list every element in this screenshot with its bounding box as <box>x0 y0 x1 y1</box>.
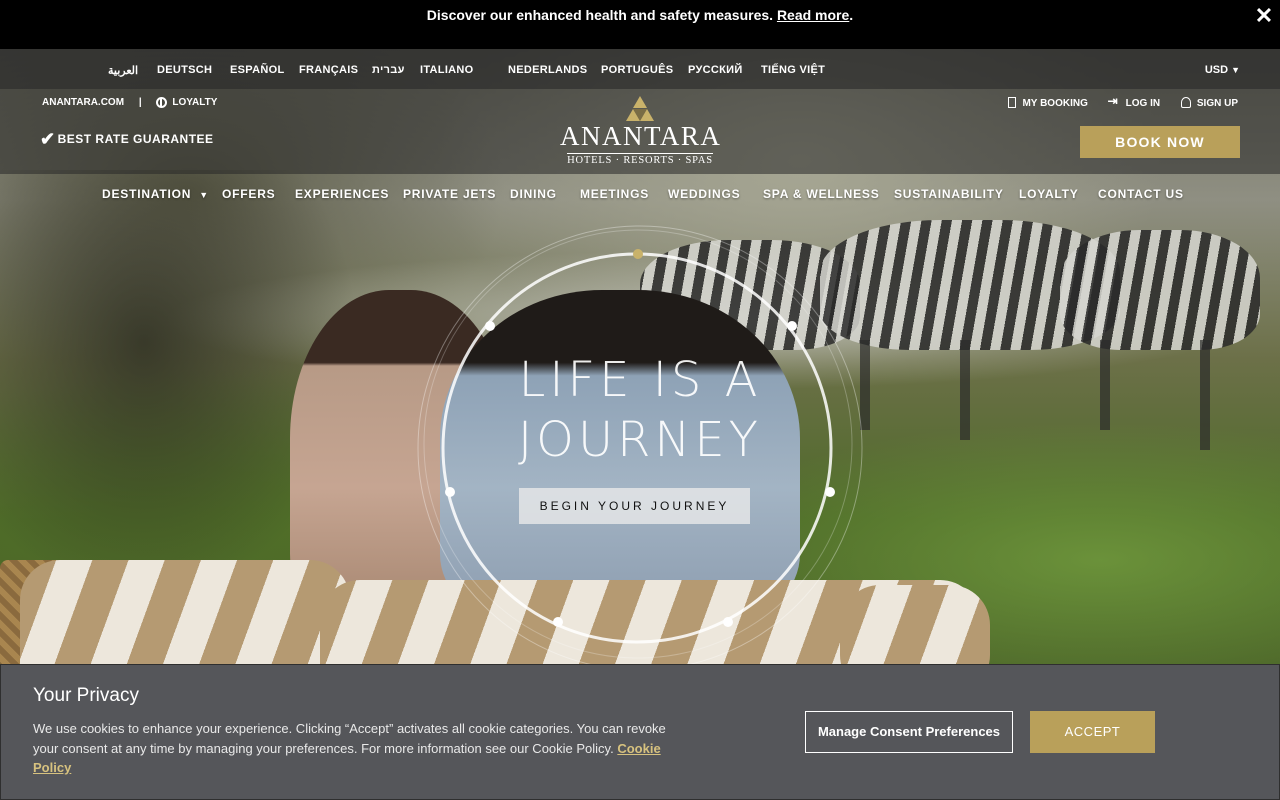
lang-vietnamese[interactable]: TIẾNG VIỆT <box>761 64 825 76</box>
nav-offers[interactable]: OFFERS <box>222 187 275 201</box>
my-booking-label: MY BOOKING <box>1022 98 1088 109</box>
close-icon[interactable]: ✕ <box>1252 4 1276 28</box>
hero-zebra-leg <box>1100 340 1110 430</box>
loyalty-link[interactable]: LOYALTY <box>172 97 217 108</box>
ring-marker-gold <box>633 249 643 259</box>
logo-wordmark: ANANTARA <box>560 121 722 151</box>
read-more-link[interactable]: Read more <box>777 7 849 23</box>
chevron-down-icon: ▼ <box>1231 65 1240 75</box>
chevron-down-icon: ▼ <box>199 190 209 200</box>
accept-cookies-button[interactable]: ACCEPT <box>1030 711 1155 753</box>
anantara-com-link[interactable]: ANANTARA.COM <box>42 97 124 108</box>
nav-destination-label: DESTINATION <box>102 187 192 201</box>
nav-private-jets[interactable]: PRIVATE JETS <box>403 187 496 201</box>
lang-hebrew[interactable]: עברית <box>372 64 405 76</box>
user-icon <box>1180 97 1191 108</box>
hero-zebra-leg <box>960 340 970 440</box>
my-booking-link[interactable]: MY BOOKING <box>1008 97 1088 109</box>
begin-your-journey-button[interactable]: BEGIN YOUR JOURNEY <box>519 488 750 524</box>
book-now-button[interactable]: BOOK NOW <box>1080 126 1240 158</box>
hero-zebra-leg <box>1200 340 1210 450</box>
hero-headline-line2: JOURNEY <box>518 412 762 468</box>
hero-headline: LIFE IS A JOURNEY <box>440 350 840 470</box>
announcement-text: Discover our enhanced health and safety … <box>426 7 774 23</box>
nav-contact-us[interactable]: CONTACT US <box>1098 187 1184 201</box>
loyalty-icon <box>156 97 168 108</box>
hero-headline-line1: LIFE IS A <box>518 352 762 408</box>
ring-marker <box>485 321 495 331</box>
lang-russian[interactable]: РУССКИЙ <box>688 64 743 76</box>
best-rate-guarantee-link[interactable]: ✔ BEST RATE GUARANTEE <box>40 129 214 150</box>
lang-deutsch[interactable]: DEUTSCH <box>157 64 212 76</box>
logo-tagline: HOTELS · RESORTS · SPAS <box>567 153 713 166</box>
login-link[interactable]: LOG IN <box>1108 94 1161 109</box>
signup-link[interactable]: SIGN UP <box>1180 97 1238 109</box>
cookie-body-text: We use cookies to enhance your experienc… <box>33 721 666 756</box>
currency-select[interactable]: USD ▼ <box>1205 64 1240 76</box>
logo-emblem-icon <box>626 96 654 121</box>
best-rate-label: BEST RATE GUARANTEE <box>57 132 214 146</box>
ring-marker <box>723 617 733 627</box>
manage-consent-button[interactable]: Manage Consent Preferences <box>805 711 1013 753</box>
ring-marker <box>553 617 563 627</box>
cookie-title: Your Privacy <box>33 685 139 706</box>
language-bar: العربية DEUTSCH ESPAÑOL FRANÇAIS עברית I… <box>0 49 1280 89</box>
nav-sustainability[interactable]: SUSTAINABILITY <box>894 187 1004 201</box>
ring-marker <box>825 487 835 497</box>
login-icon <box>1108 94 1120 108</box>
top-links: ANANTARA.COM | LOYALTY <box>42 97 217 108</box>
currency-value: USD <box>1204 64 1229 76</box>
separator: | <box>138 97 142 108</box>
lang-francais[interactable]: FRANÇAIS <box>299 64 358 76</box>
lang-espanol[interactable]: ESPAÑOL <box>230 64 284 76</box>
ring-marker <box>445 487 455 497</box>
checkmark-icon: ✔ <box>40 129 56 149</box>
lang-portugues[interactable]: PORTUGUÊS <box>601 64 673 76</box>
nav-spa-wellness[interactable]: SPA & WELLNESS <box>763 187 880 201</box>
nav-weddings[interactable]: WEDDINGS <box>668 187 740 201</box>
nav-experiences[interactable]: EXPERIENCES <box>295 187 389 201</box>
ring-marker <box>787 321 797 331</box>
main-nav: DESTINATION ▼ OFFERS EXPERIENCES PRIVATE … <box>0 187 1280 203</box>
announcement-bar: Discover our enhanced health and safety … <box>0 0 1280 49</box>
lang-nederlands[interactable]: NEDERLANDS <box>508 64 587 76</box>
cookie-banner: Your Privacy We use cookies to enhance y… <box>0 664 1280 800</box>
announcement-trail: . <box>849 7 854 23</box>
nav-meetings[interactable]: MEETINGS <box>580 187 649 201</box>
signup-label: SIGN UP <box>1196 98 1238 109</box>
account-links: MY BOOKING LOG IN SIGN UP <box>990 94 1238 109</box>
booking-icon <box>1008 97 1017 108</box>
nav-dining[interactable]: DINING <box>510 187 557 201</box>
cookie-body: We use cookies to enhance your experienc… <box>33 719 693 778</box>
lang-arabic[interactable]: العربية <box>108 64 138 77</box>
lang-italiano[interactable]: ITALIANO <box>420 64 474 76</box>
nav-loyalty[interactable]: LOYALTY <box>1019 187 1079 201</box>
nav-destination[interactable]: DESTINATION ▼ <box>102 187 209 201</box>
hero-zebra <box>1060 230 1260 350</box>
anantara-logo[interactable]: ANANTARA HOTELS · RESORTS · SPAS <box>560 95 720 173</box>
site-header: ANANTARA.COM | LOYALTY MY BOOKING LOG IN… <box>0 89 1280 174</box>
login-label: LOG IN <box>1125 98 1161 109</box>
